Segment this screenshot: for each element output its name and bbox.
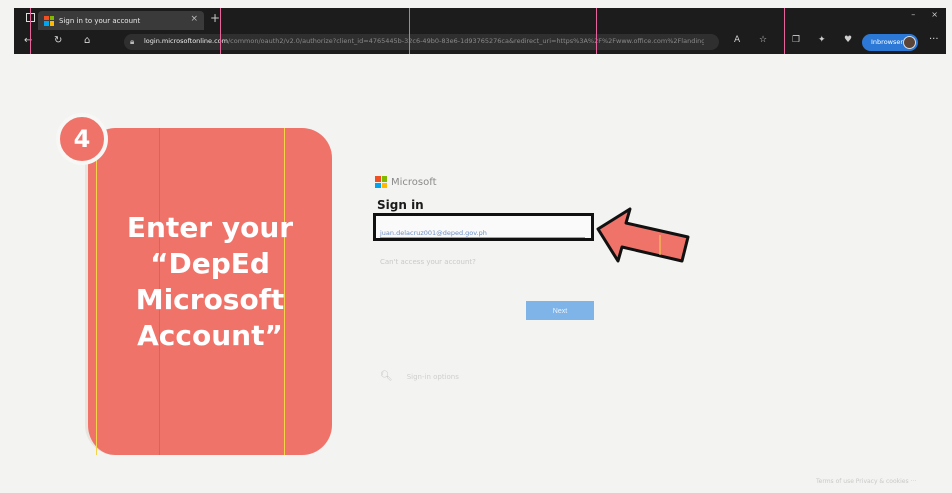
sign-in-options[interactable]: 🔍︎ Sign-in options — [380, 371, 459, 382]
home-icon[interactable]: ⌂ — [84, 36, 90, 46]
refresh-icon[interactable]: ↻ — [54, 36, 62, 46]
new-tab-button[interactable]: + — [210, 12, 220, 24]
guide-line — [409, 8, 410, 54]
key-search-icon: 🔍︎ — [380, 371, 393, 382]
step-number-badge: 4 — [56, 113, 108, 165]
collections-icon[interactable]: ❐ — [792, 36, 800, 45]
shield-icon[interactable]: ♥ — [844, 36, 852, 45]
instruction-text: Enter your “DepEd Microsoft Account” — [88, 210, 332, 354]
instruction-card: Enter your “DepEd Microsoft Account” — [85, 128, 332, 455]
window-controls: – × — [911, 10, 938, 19]
microsoft-logo: Microsoft — [375, 176, 437, 188]
sign-in-options-label: Sign-in options — [406, 372, 459, 381]
favorite-star-icon[interactable]: ☆ — [759, 36, 767, 45]
instruction-line: Microsoft — [135, 283, 285, 316]
more-menu-icon[interactable]: ··· — [929, 34, 939, 45]
tab-close-icon[interactable]: × — [190, 14, 198, 24]
back-icon[interactable]: ← — [24, 36, 32, 46]
url-path: /common/oauth2/v2.0/authorize?client_id=… — [227, 37, 704, 45]
guide-line — [596, 8, 597, 54]
browser-chrome: Sign in to your account × + – × ← ↻ ⌂ 🔒︎… — [14, 8, 946, 54]
cant-access-link[interactable]: Can't access your account? — [380, 258, 476, 266]
next-button[interactable]: Next — [526, 301, 594, 320]
page-title: Sign in — [377, 198, 424, 212]
guide-line — [30, 8, 31, 54]
pointer-arrow-icon — [596, 207, 690, 263]
browser-toolbar: ← ↻ ⌂ 🔒︎ login.microsoftonline.com/commo… — [14, 30, 946, 54]
instruction-line: Account” — [137, 319, 283, 352]
microsoft-favicon-icon — [44, 15, 54, 26]
email-value: juan.delacruz001@deped.gov.ph — [380, 229, 585, 238]
email-field[interactable]: juan.delacruz001@deped.gov.ph — [373, 213, 594, 241]
profile-label: Inbrowser — [871, 38, 904, 46]
instruction-line: “DepEd — [150, 247, 270, 280]
page-footer: Terms of use Privacy & cookies ··· — [816, 478, 917, 485]
tab-title: Sign in to your account — [59, 16, 141, 25]
profile-button[interactable]: Inbrowser — [862, 34, 918, 51]
guide-line — [220, 8, 221, 54]
address-bar[interactable]: 🔒︎ login.microsoftonline.com/common/oaut… — [124, 34, 719, 50]
microsoft-logo-icon — [375, 176, 387, 188]
extensions-icon[interactable]: ✦ — [818, 36, 826, 45]
tab-sign-in[interactable]: Sign in to your account × — [38, 11, 204, 30]
brand-name: Microsoft — [391, 176, 437, 188]
instruction-line: Enter your — [126, 211, 294, 244]
close-window-button[interactable]: × — [931, 10, 938, 19]
minimize-button[interactable]: – — [911, 10, 915, 19]
lock-icon[interactable]: 🔒︎ — [130, 37, 134, 47]
guide-line — [784, 8, 785, 54]
avatar — [903, 36, 916, 49]
address-url: login.microsoftonline.com/common/oauth2/… — [144, 37, 704, 45]
url-host: login.microsoftonline.com — [144, 37, 228, 45]
read-aloud-icon[interactable]: A — [734, 36, 740, 45]
tab-bar: Sign in to your account × + – × — [14, 8, 946, 30]
